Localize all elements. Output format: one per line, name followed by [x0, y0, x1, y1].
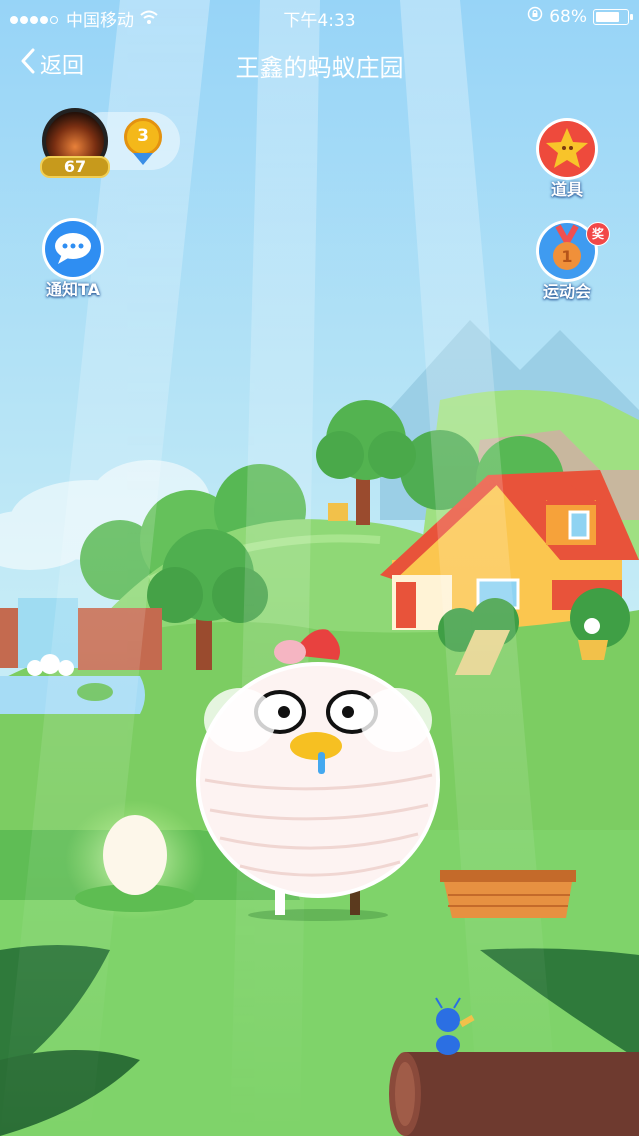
page-title: 王鑫的蚂蚁庄园: [235, 54, 404, 82]
log: [389, 1052, 639, 1136]
egg[interactable]: [65, 800, 205, 920]
notify-label: 通知TA: [45, 280, 101, 299]
sports-button[interactable]: 1 奖 运动会: [528, 218, 610, 302]
chat-bubble-icon: [42, 218, 104, 280]
food-basket[interactable]: [440, 870, 576, 918]
wall: [0, 608, 18, 668]
props-label: 道具: [550, 180, 583, 199]
battery-percent: 68%: [549, 6, 587, 27]
sports-rank: 1: [561, 247, 572, 266]
notify-button[interactable]: 通知TA: [34, 216, 112, 300]
reward-badge: 奖: [586, 222, 610, 246]
level-badge: 67: [40, 156, 110, 178]
status-bar: 中国移动 下午4:33 68%: [0, 0, 639, 34]
navigation-bar: 返回 王鑫的蚂蚁庄园: [0, 34, 639, 98]
medal-icon[interactable]: 3: [124, 118, 162, 165]
rotation-lock-icon: [527, 6, 543, 27]
sports-label: 运动会: [542, 282, 591, 301]
props-button[interactable]: 道具: [528, 116, 606, 200]
star-icon: [536, 118, 598, 180]
battery-icon: [593, 8, 633, 25]
profile-level[interactable]: 67 3: [38, 108, 180, 178]
bucket: [328, 503, 348, 521]
